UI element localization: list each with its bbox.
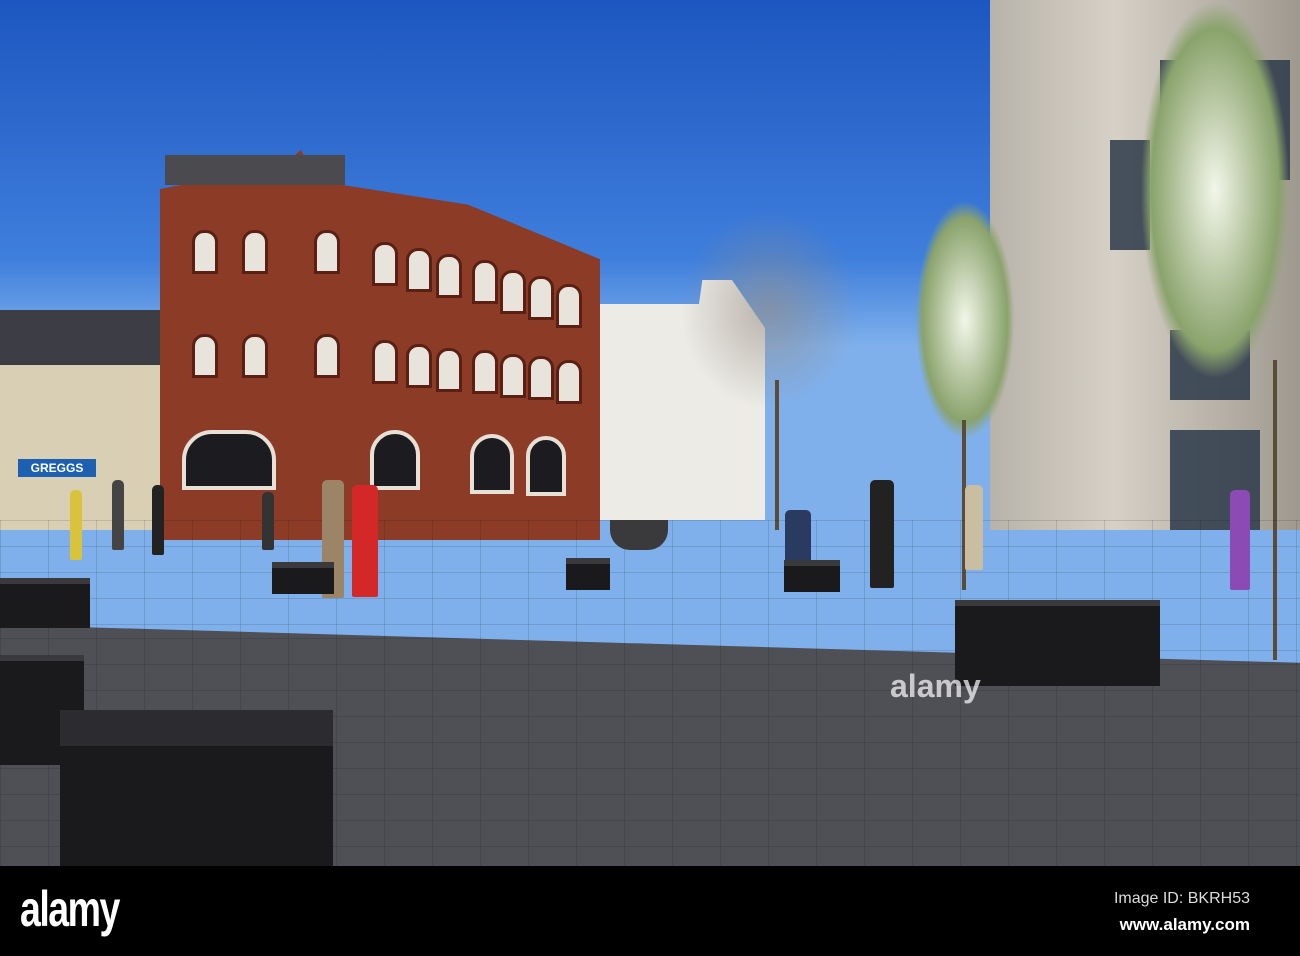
pedestrian [262, 492, 274, 550]
red-brick-pub-building [160, 150, 600, 540]
site-url[interactable]: www.alamy.com [1120, 915, 1250, 935]
pedestrian [112, 480, 124, 550]
left-building-roof [0, 310, 165, 365]
pedestrian [152, 485, 164, 555]
stone-bench [272, 562, 334, 594]
alamy-logo: alamy [20, 881, 120, 937]
pub-roof [165, 155, 345, 185]
stone-bench [955, 600, 1160, 686]
stone-bench [784, 560, 840, 592]
tree-trunk [775, 380, 779, 530]
pedestrian [1230, 490, 1250, 590]
pedestrian [870, 480, 894, 588]
stone-bench [566, 558, 610, 590]
watermark: alamy [890, 668, 981, 704]
image-id: Image ID: BKRH53 [1113, 890, 1250, 907]
pedestrian [965, 485, 983, 570]
blossom-tree [915, 200, 1015, 440]
blossom-tree [1140, 0, 1290, 380]
stone-bench [0, 578, 90, 628]
pedestrian [352, 485, 378, 597]
greggs-shop-sign: GREGGS [18, 459, 96, 477]
stone-bench [60, 710, 333, 866]
footer-bar [0, 866, 1300, 956]
street-photo: GREGGS alamy [0, 0, 1300, 866]
planter [610, 520, 668, 550]
bare-tree [680, 210, 860, 410]
pedestrian [70, 490, 82, 560]
